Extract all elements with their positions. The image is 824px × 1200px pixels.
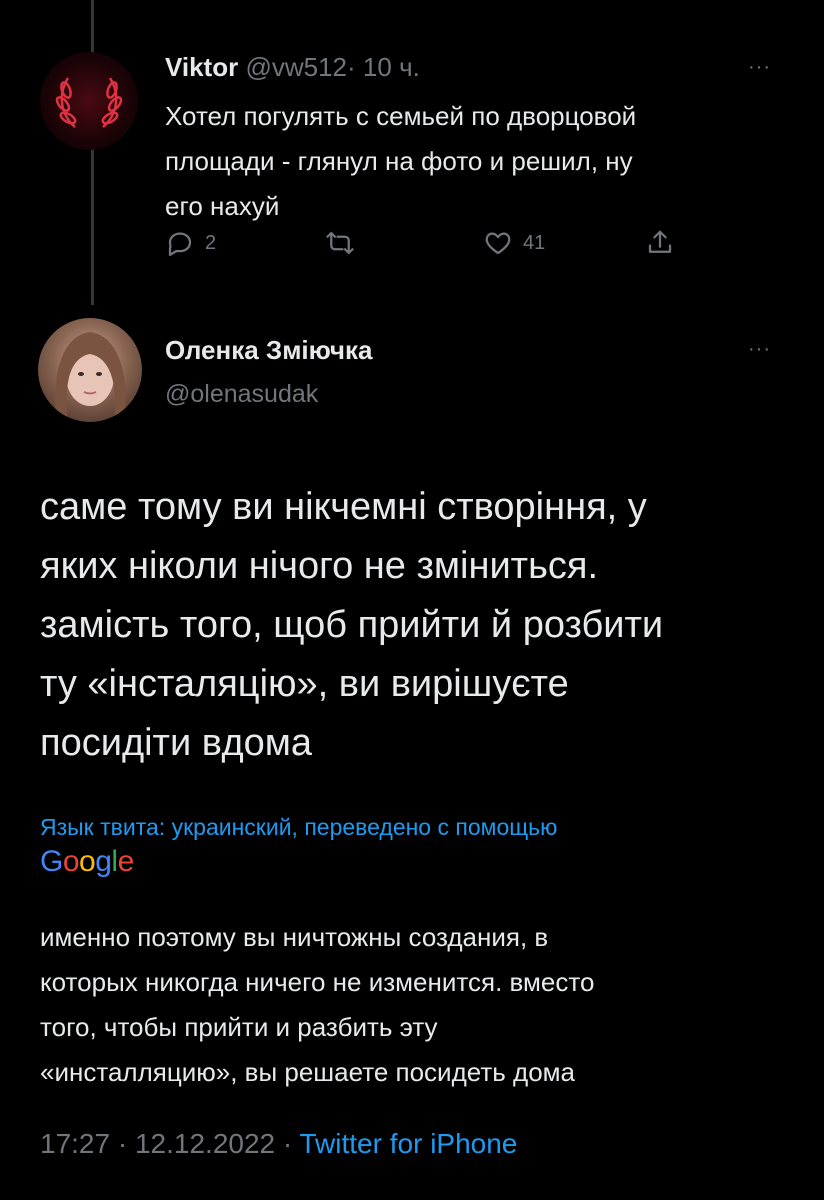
translation-note[interactable]: Язык твита: украинский, переведено с пом… (40, 814, 557, 841)
tweet2-more-icon[interactable]: ··· (748, 338, 771, 361)
tweet1-text-line: площади - глянул на фото и решил, ну (165, 146, 633, 176)
reply-icon (168, 232, 192, 256)
tweet2-date[interactable]: 12.12.2022 (135, 1128, 275, 1159)
laurel-logo-image (55, 77, 123, 128)
tweet2-metadata: 17:27 · 12.12.2022 · Twitter for iPhone (40, 1128, 517, 1160)
tweet1-handle[interactable]: @vw512 (245, 52, 347, 82)
avatar-olenka[interactable] (38, 318, 142, 422)
tweet2-text: саме тому ви нікчемні створіння, у яких … (40, 478, 800, 773)
google-letter: o (62, 845, 80, 878)
translated-text-line: которых никогда ничего не изменится. вме… (40, 967, 595, 997)
tweet1-author-name[interactable]: Viktor (165, 52, 238, 82)
share-button[interactable] (645, 228, 675, 258)
tweet1-time[interactable]: 10 ч. (363, 52, 420, 82)
tweet2-time[interactable]: 17:27 (40, 1128, 110, 1159)
meta-separator: · (282, 1128, 293, 1159)
like-button[interactable]: 41 (483, 228, 545, 258)
tweet1-text-line: его нахуй (165, 191, 280, 221)
tweet2-text-line: замість того, щоб прийти й розбити (40, 604, 664, 646)
avatar-viktor[interactable] (40, 52, 138, 150)
google-letter: o (79, 845, 96, 878)
tweet1-header: Viktor @vw512· 10 ч. (165, 52, 420, 83)
tweet1-separator: · (347, 52, 356, 82)
tweet2-text-line: посидіти вдома (40, 722, 313, 764)
google-letter: G (40, 845, 63, 878)
tweet2-text-line: ту «інсталяцію», ви вирішуєте (40, 663, 569, 705)
retweet-button[interactable] (325, 228, 355, 258)
translated-text: именно поэтому вы ничтожны создания, в к… (40, 915, 800, 1095)
google-logo: Google (40, 845, 134, 879)
retweet-icon (326, 231, 354, 255)
reply-button[interactable]: 2 (165, 228, 216, 258)
tweet1-text-line: Хотел погулять с семьей по дворцовой (165, 101, 637, 131)
tweet1-text: Хотел погулять с семьей по дворцовой пло… (165, 94, 765, 229)
tweet2-text-line: саме тому ви нікчемні створіння, у (40, 486, 647, 528)
google-letter: g (95, 845, 112, 878)
like-icon (485, 232, 511, 255)
profile-photo-image (55, 332, 126, 422)
tweet2-text-line: яких ніколи нічого не зміниться. (40, 545, 599, 587)
google-letter: e (117, 845, 135, 878)
tweet1-more-icon[interactable]: ··· (748, 56, 771, 79)
tweet2-source-link[interactable]: Twitter for iPhone (300, 1128, 518, 1159)
tweet2-handle[interactable]: @olenasudak (165, 380, 318, 409)
tweet2-author-name[interactable]: Оленка Зміючка (165, 335, 372, 366)
thread-connector-line (91, 0, 94, 305)
translated-text-line: «инсталляцию», вы решаете посидеть дома (40, 1057, 575, 1087)
translated-text-line: того, чтобы прийти и разбить эту (40, 1012, 438, 1042)
share-icon (648, 230, 672, 253)
like-count: 41 (523, 231, 546, 254)
translated-text-line: именно поэтому вы ничтожны создания, в (40, 922, 549, 952)
reply-count: 2 (205, 231, 217, 254)
tweet1-action-bar: 2 41 (165, 228, 685, 264)
meta-separator: · (117, 1128, 128, 1159)
